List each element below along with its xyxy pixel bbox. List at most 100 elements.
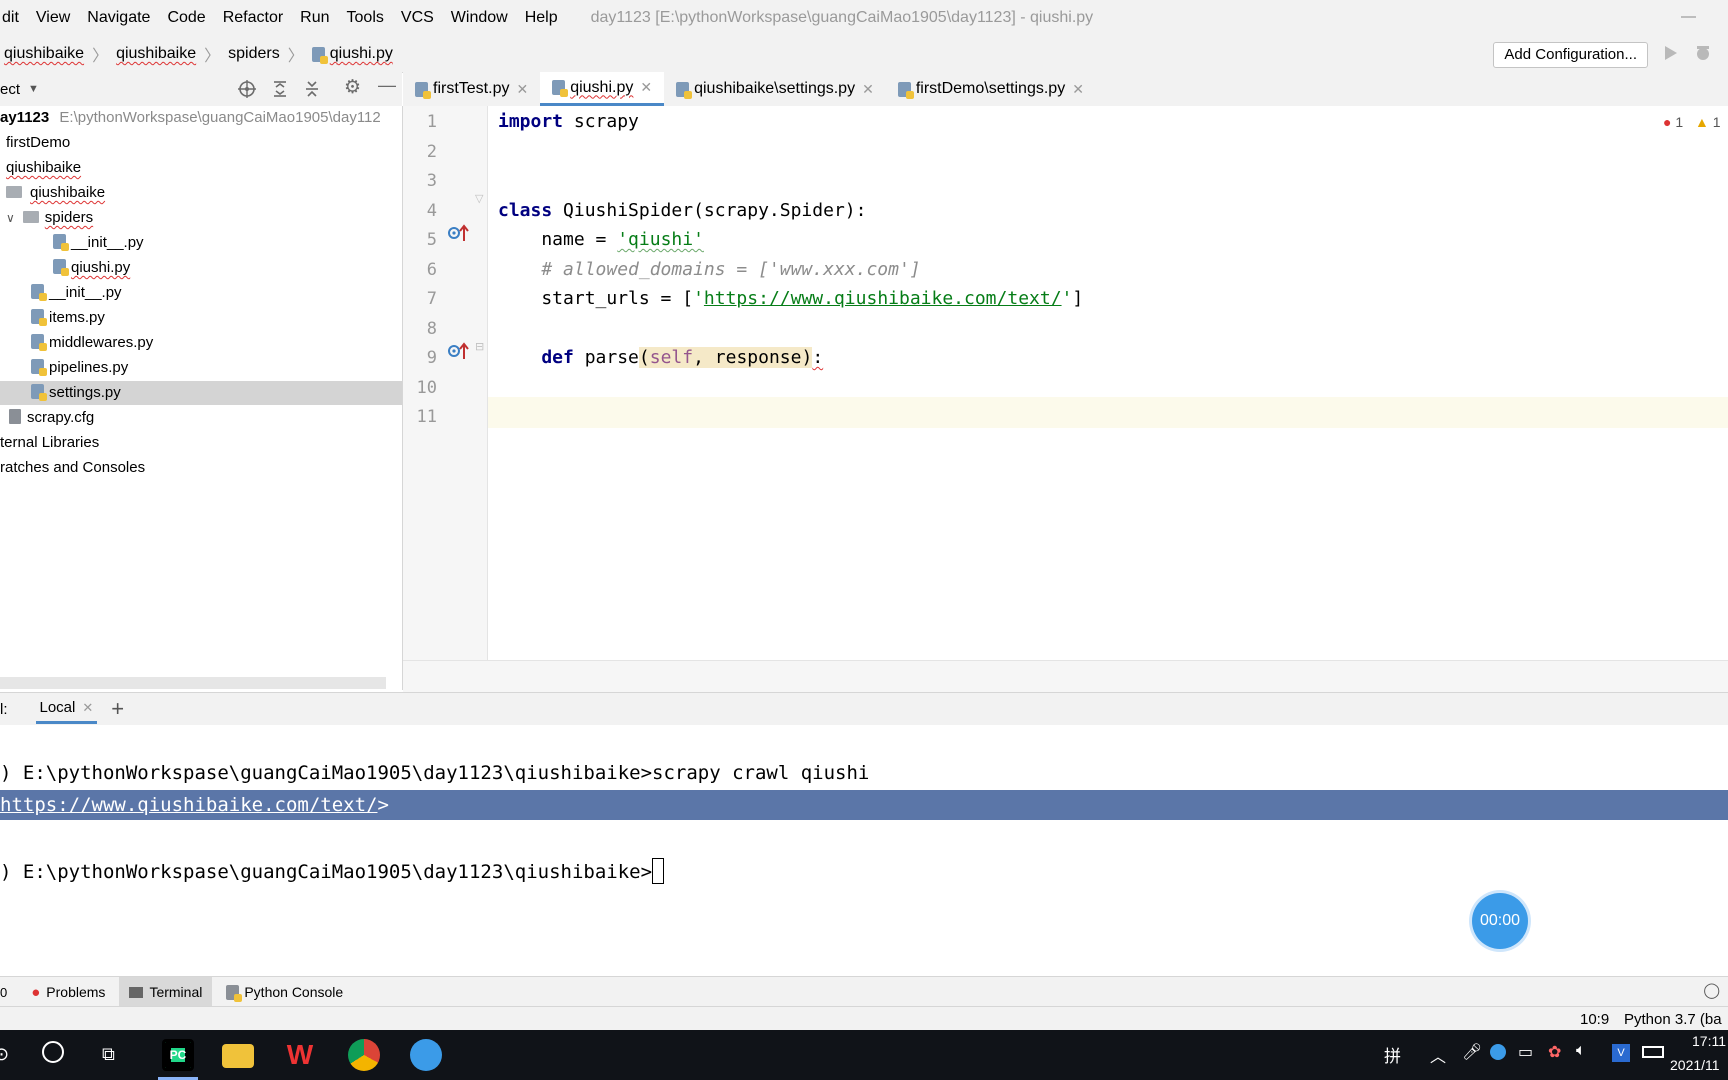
tab-qiushibaike-settings[interactable]: qiushibaike\settings.py ✕ — [664, 72, 886, 106]
inspection-widget[interactable]: ● 1 ▲ 1 — [1663, 106, 1721, 138]
wps-icon[interactable]: W — [284, 1039, 316, 1071]
battery-icon[interactable] — [1642, 1046, 1664, 1058]
tray-app-icon[interactable]: V — [1612, 1044, 1630, 1062]
minimize-icon[interactable]: — — [1681, 8, 1696, 25]
menu-item[interactable]: Code — [167, 9, 205, 27]
tray-app-icon[interactable] — [1490, 1044, 1506, 1060]
project-view-selector[interactable]: ect — [0, 81, 20, 98]
terminal-link[interactable]: https://www.qiushibaike.com/text/ — [0, 794, 378, 816]
menu-item[interactable]: View — [36, 9, 70, 27]
navigation-bar: qiushibaike 〉 qiushibaike 〉 spiders 〉 qi… — [0, 36, 1728, 73]
chevron-down-icon[interactable]: ∨ — [6, 211, 15, 225]
tree-item-settings[interactable]: settings.py — [0, 381, 402, 405]
task-view-icon[interactable]: ⧉ — [102, 1044, 115, 1065]
menu-item[interactable]: dit — [2, 9, 19, 27]
run-icon[interactable] — [1664, 45, 1678, 61]
tree-item-pipelines[interactable]: pipelines.py — [31, 356, 128, 380]
tree-root-path: E:\pythonWorkspase\guangCaiMao1905\day11… — [59, 109, 381, 126]
microphone-icon[interactable]: 🎤︎ — [1462, 1042, 1482, 1062]
clock-date[interactable]: 2021/11 — [1670, 1057, 1720, 1073]
chrome-icon[interactable] — [348, 1039, 380, 1071]
tree-item-scrapy-cfg[interactable]: scrapy.cfg — [9, 406, 94, 430]
close-icon[interactable]: ✕ — [1072, 81, 1084, 98]
pycharm-icon[interactable]: PC — [162, 1039, 194, 1071]
search-icon[interactable]: ⊙ — [0, 1044, 9, 1065]
clock-time[interactable]: 17:11 — [1692, 1033, 1726, 1049]
recording-timer[interactable]: 00:00 — [1472, 893, 1528, 949]
params-highlight: (self, response) — [638, 347, 813, 368]
chevron-up-icon[interactable]: ︿ — [1430, 1043, 1446, 1067]
debug-icon[interactable] — [1694, 44, 1712, 62]
fold-icon[interactable]: ⊟ — [475, 340, 484, 353]
breadcrumb-item[interactable]: spiders — [228, 45, 280, 63]
close-icon[interactable]: ✕ — [82, 700, 93, 716]
file-explorer-icon[interactable] — [222, 1044, 254, 1068]
menu-item[interactable]: Run — [300, 9, 329, 27]
collapse-all-icon[interactable] — [304, 80, 320, 98]
cortana-icon[interactable] — [42, 1041, 64, 1063]
caret-position[interactable]: 10:9 — [1580, 1011, 1609, 1028]
gear-icon[interactable]: ⚙ — [344, 76, 361, 99]
code-text: , response) — [693, 347, 813, 368]
url-link[interactable]: https://www.qiushibaike.com/text/ — [704, 288, 1062, 309]
fold-icon[interactable]: ▽ — [475, 192, 483, 205]
problems-tab[interactable]: ● Problems — [23, 977, 113, 1007]
breadcrumb-item[interactable]: qiushibaike — [116, 45, 196, 63]
code-editor[interactable]: import scrapy class QiushiSpider(scrapy.… — [488, 106, 1728, 660]
tree-item-spiders[interactable]: ∨ spiders — [6, 206, 93, 230]
tree-item-firstdemo[interactable]: firstDemo — [6, 131, 70, 155]
menu-item[interactable]: VCS — [401, 9, 434, 27]
ime-indicator[interactable]: 拼 — [1384, 1042, 1401, 1067]
interpreter-selector[interactable]: Python 3.7 (ba — [1624, 1011, 1722, 1028]
code-text: start_urls = [ — [498, 288, 694, 309]
menu-item[interactable]: Window — [451, 9, 508, 27]
tab-qiushi[interactable]: qiushi.py ✕ — [540, 72, 665, 106]
tree-item-spiders-init[interactable]: __init__.py — [53, 231, 144, 255]
tree-item-init[interactable]: __init__.py — [31, 281, 122, 305]
close-icon[interactable]: ✕ — [516, 81, 528, 98]
tree-item-label: scrapy.cfg — [27, 409, 95, 426]
network-icon[interactable]: ▭ — [1518, 1042, 1533, 1062]
tree-item-external-libraries[interactable]: ternal Libraries — [0, 431, 99, 455]
code-line: def parse(self, response): — [498, 342, 823, 374]
tab-label: Python Console — [244, 984, 344, 1000]
python-file-icon — [897, 81, 914, 99]
terminal-tab-local[interactable]: Local ✕ — [35, 694, 98, 724]
close-icon[interactable]: ✕ — [862, 81, 874, 98]
locate-icon[interactable] — [238, 80, 256, 98]
add-icon[interactable]: + — [111, 696, 124, 722]
menu-item[interactable]: Refactor — [223, 9, 283, 27]
tray-app-icon[interactable]: ✿ — [1548, 1042, 1561, 1062]
terminal-output[interactable]: ) E:\pythonWorkspase\guangCaiMao1905\day… — [0, 725, 1728, 975]
volume-icon[interactable]: 🔈︎ — [1576, 1042, 1586, 1060]
horizontal-scrollbar[interactable] — [0, 677, 386, 689]
code-text: QiushiSpider(scrapy.Spider): — [552, 200, 867, 221]
menu-item[interactable]: Navigate — [87, 9, 150, 27]
tree-item-middlewares[interactable]: middlewares.py — [31, 331, 153, 355]
tree-root[interactable]: ay1123 E:\pythonWorkspase\guangCaiMao190… — [0, 106, 381, 130]
add-configuration-button[interactable]: Add Configuration... — [1493, 42, 1648, 68]
terminal-tab[interactable]: Terminal — [119, 977, 213, 1007]
tree-item-qiushibaike-package[interactable]: qiushibaike — [6, 181, 105, 205]
tab-firstdemo-settings[interactable]: firstDemo\settings.py ✕ — [886, 72, 1096, 106]
tree-item-qiushi-py[interactable]: qiushi.py — [53, 256, 130, 280]
tree-item-qiushibaike-root[interactable]: qiushibaike — [6, 156, 81, 180]
tree-item-items[interactable]: items.py — [31, 306, 105, 330]
python-console-tab[interactable]: Python Console — [218, 977, 351, 1007]
event-log-icon[interactable]: ◯ — [1703, 981, 1720, 999]
override-icon[interactable] — [447, 341, 469, 361]
chevron-down-icon[interactable]: ▼ — [28, 83, 39, 95]
expand-all-icon[interactable] — [272, 80, 288, 98]
feishu-icon[interactable] — [410, 1039, 442, 1071]
breadcrumb-file[interactable]: qiushi.py — [330, 45, 393, 63]
tab-firsttest[interactable]: firstTest.py ✕ — [403, 72, 540, 106]
menu-item[interactable]: Help — [525, 9, 558, 27]
override-icon[interactable] — [447, 223, 469, 243]
close-icon[interactable]: ✕ — [640, 79, 652, 96]
menu-item[interactable]: Tools — [347, 9, 384, 27]
tree-item-scratches[interactable]: ratches and Consoles — [0, 456, 145, 480]
breadcrumb-item[interactable]: qiushibaike — [4, 45, 84, 63]
current-line-highlight — [488, 397, 1728, 428]
hide-panel-icon[interactable]: — — [378, 75, 396, 96]
self-keyword: self — [649, 347, 694, 368]
